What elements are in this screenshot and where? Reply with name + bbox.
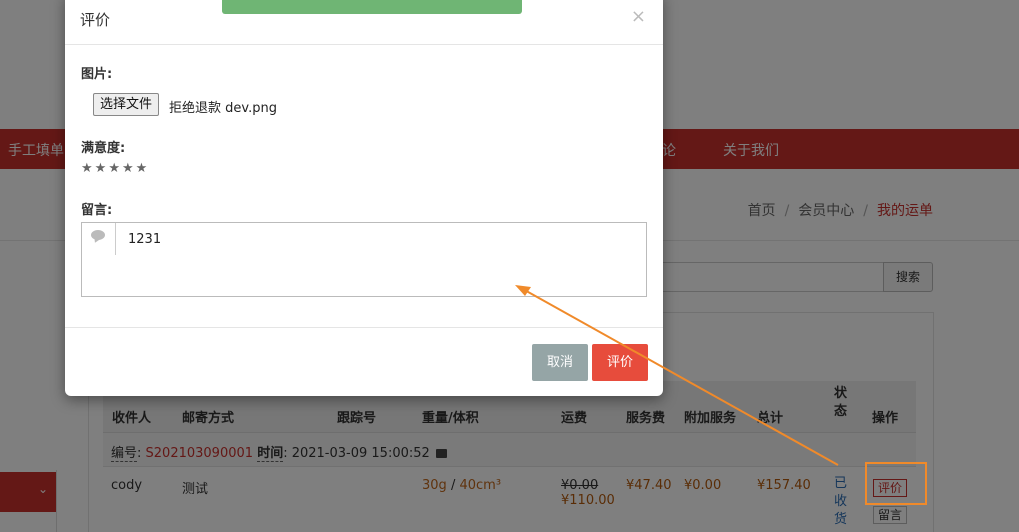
success-toast bbox=[222, 0, 522, 14]
comment-icon bbox=[91, 230, 105, 240]
star-icon[interactable]: ★ bbox=[81, 161, 95, 176]
close-icon[interactable]: × bbox=[631, 6, 646, 27]
annotation-highlight-box bbox=[865, 462, 927, 505]
rating-stars: ★★★★★ bbox=[81, 161, 149, 176]
evaluation-modal: 评价 × 图片: 选择文件 拒绝退款 dev.png 满意度: ★★★★★ 留言… bbox=[65, 0, 663, 396]
star-icon[interactable]: ★ bbox=[108, 161, 122, 176]
submit-evaluation-button[interactable]: 评价 bbox=[592, 344, 648, 381]
star-icon[interactable]: ★ bbox=[122, 161, 136, 176]
choose-file-button[interactable]: 选择文件 bbox=[93, 93, 160, 116]
modal-title: 评价 bbox=[80, 11, 111, 29]
star-icon[interactable]: ★ bbox=[136, 161, 150, 176]
star-icon[interactable]: ★ bbox=[95, 161, 109, 176]
cancel-button[interactable]: 取消 bbox=[532, 344, 588, 381]
satisfaction-label: 满意度: bbox=[81, 141, 126, 156]
image-label: 图片: bbox=[81, 67, 113, 82]
message-label: 留言: bbox=[81, 203, 113, 218]
selected-file-name: 拒绝退款 dev.png bbox=[169, 101, 277, 116]
textarea-addon bbox=[82, 223, 116, 255]
modal-footer-divider bbox=[65, 327, 663, 328]
message-text: 1231 bbox=[128, 232, 162, 247]
message-textarea[interactable]: 1231 bbox=[81, 222, 647, 297]
